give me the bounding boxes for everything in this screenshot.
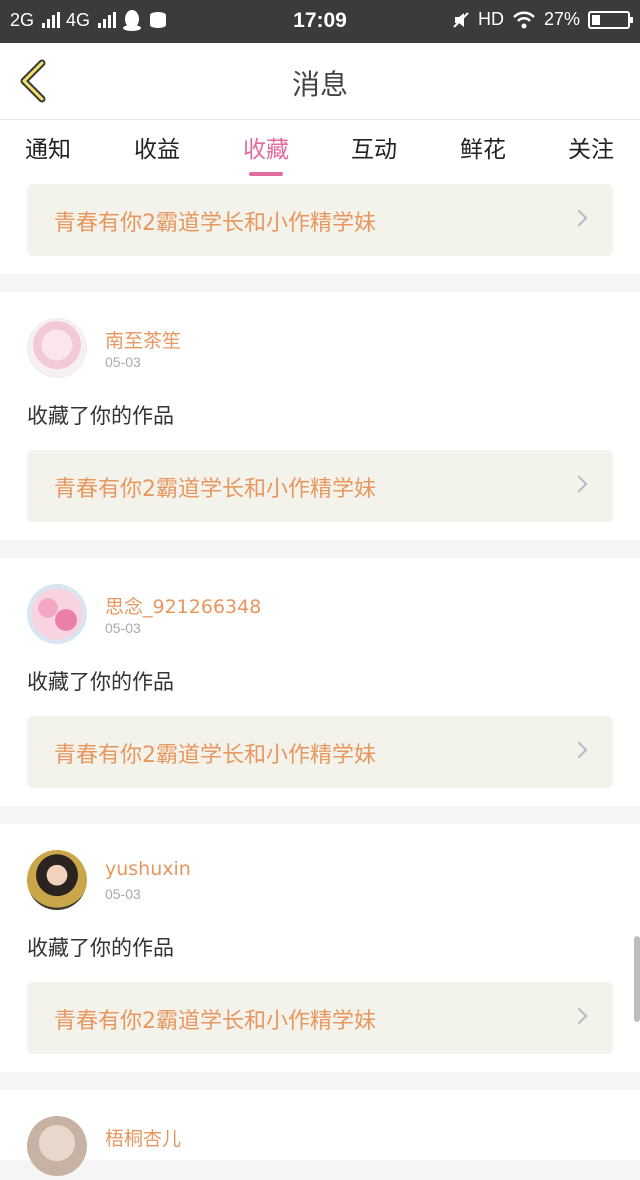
- list-item: 青春有你2霸道学长和小作精学妹: [0, 182, 640, 274]
- action-text: 收藏了你的作品: [27, 404, 174, 428]
- avatar[interactable]: [27, 850, 87, 910]
- action-text: 收藏了你的作品: [27, 936, 174, 960]
- avatar[interactable]: [27, 1116, 87, 1176]
- user-row: yushuxin 05-03: [27, 824, 613, 914]
- tab-interactions[interactable]: 互动: [334, 130, 414, 164]
- work-title: 青春有你2霸道学长和小作精学妹: [54, 743, 376, 768]
- list-item: 梧桐杏儿: [0, 1090, 640, 1176]
- chevron-right-icon: [570, 741, 588, 759]
- tab-favorites[interactable]: 收藏: [226, 130, 306, 176]
- chevron-right-icon: [570, 209, 588, 227]
- scrollbar[interactable]: [634, 936, 640, 1022]
- avatar[interactable]: [27, 584, 87, 644]
- tab-notifications[interactable]: 通知: [8, 130, 88, 164]
- work-title: 青春有你2霸道学长和小作精学妹: [54, 1009, 376, 1034]
- list-item: 南至茶笙 05-03 收藏了你的作品 青春有你2霸道学长和小作精学妹: [0, 292, 640, 540]
- work-title: 青春有你2霸道学长和小作精学妹: [54, 477, 376, 502]
- mute-icon: [453, 11, 469, 28]
- battery-icon: [588, 10, 633, 29]
- work-title: 青春有你2霸道学长和小作精学妹: [54, 211, 376, 236]
- wifi-icon: [513, 11, 535, 28]
- date: 05-03: [105, 620, 141, 636]
- user-name[interactable]: 南至茶笙: [105, 326, 181, 353]
- tab-bar: 通知 收益 收藏 互动 鲜花 关注: [0, 120, 640, 182]
- list-item: yushuxin 05-03 收藏了你的作品 青春有你2霸道学长和小作精学妹: [0, 824, 640, 1072]
- list-item: 思念_921266348 05-03 收藏了你的作品 青春有你2霸道学长和小作精…: [0, 558, 640, 806]
- status-bar: 2G 4G 17:09 HD 27%: [0, 0, 640, 43]
- active-tab-indicator: [249, 172, 283, 176]
- page-title: 消息: [291, 68, 348, 101]
- tab-flowers[interactable]: 鲜花: [443, 130, 523, 164]
- user-row: 梧桐杏儿: [27, 1090, 613, 1180]
- battery-percent: 27%: [543, 9, 580, 29]
- user-row: 南至茶笙 05-03: [27, 292, 613, 382]
- favorites-feed: 青春有你2霸道学长和小作精学妹 南至茶笙 05-03 收藏了你的作品 青春有你2…: [0, 182, 640, 1178]
- hd-label: HD: [477, 9, 504, 29]
- user-row: 思念_921266348 05-03: [27, 558, 613, 648]
- work-link[interactable]: 青春有你2霸道学长和小作精学妹: [27, 982, 613, 1054]
- chevron-right-icon: [570, 475, 588, 493]
- user-name[interactable]: 思念_921266348: [105, 592, 261, 619]
- work-link[interactable]: 青春有你2霸道学长和小作精学妹: [27, 184, 613, 256]
- status-right: HD 27%: [452, 9, 633, 30]
- avatar[interactable]: [27, 318, 87, 378]
- chevron-right-icon: [570, 1007, 588, 1025]
- work-link[interactable]: 青春有你2霸道学长和小作精学妹: [27, 450, 613, 522]
- tab-earnings[interactable]: 收益: [117, 130, 197, 164]
- work-link[interactable]: 青春有你2霸道学长和小作精学妹: [27, 716, 613, 788]
- date: 05-03: [105, 886, 141, 902]
- date: 05-03: [105, 354, 141, 370]
- action-text: 收藏了你的作品: [27, 670, 174, 694]
- user-name[interactable]: yushuxin: [105, 858, 191, 880]
- nav-bar: 消息: [0, 43, 640, 120]
- tab-following[interactable]: 关注: [551, 130, 631, 164]
